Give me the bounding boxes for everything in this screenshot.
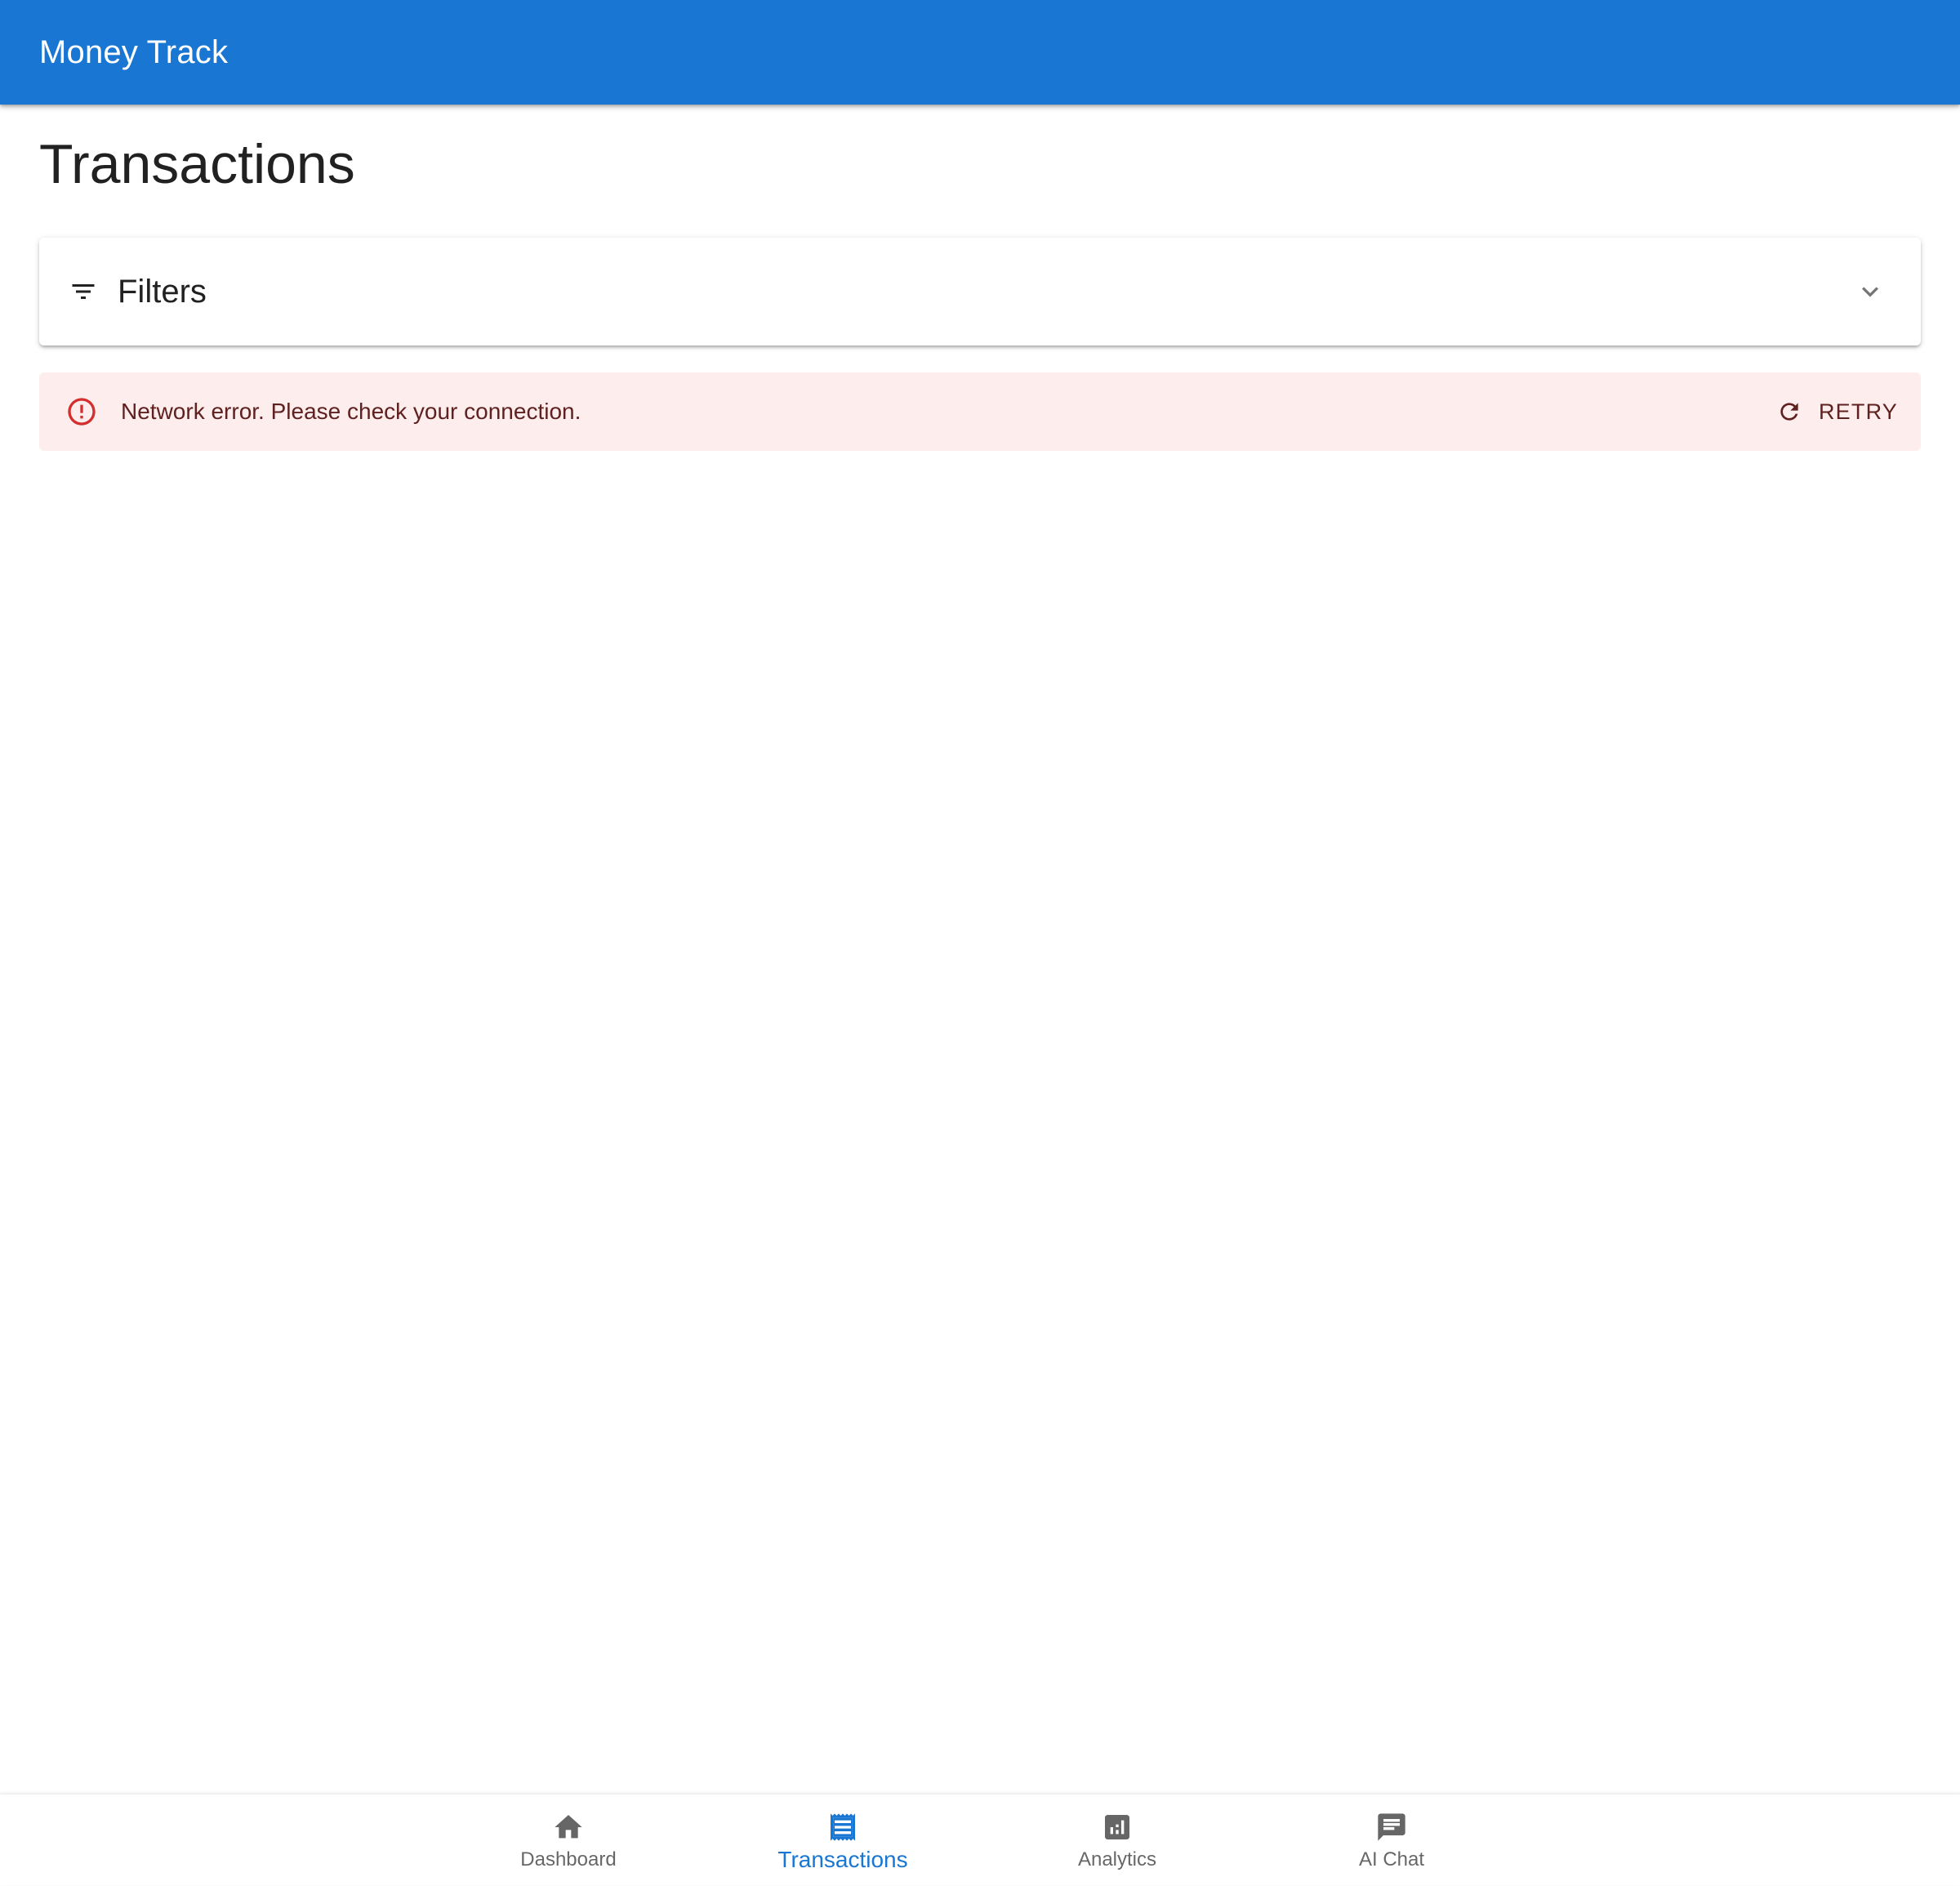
chat-icon bbox=[1378, 1813, 1405, 1841]
nav-item-dashboard[interactable]: Dashboard bbox=[431, 1795, 706, 1886]
bottom-navigation: Dashboard Transactions Analytics AI Chat bbox=[0, 1794, 1960, 1885]
nav-label-transactions: Transactions bbox=[777, 1847, 908, 1872]
retry-button[interactable]: RETRY bbox=[1768, 387, 1901, 436]
nav-label-dashboard: Dashboard bbox=[520, 1848, 617, 1870]
nav-label-analytics: Analytics bbox=[1077, 1848, 1157, 1870]
refresh-icon bbox=[1780, 403, 1798, 421]
nav-item-analytics[interactable]: Analytics bbox=[980, 1795, 1254, 1886]
nav-item-ai-chat[interactable]: AI Chat bbox=[1254, 1795, 1529, 1886]
page-title: Transactions bbox=[39, 133, 355, 195]
home-icon bbox=[555, 1815, 582, 1839]
filter-list-icon bbox=[72, 284, 95, 299]
retry-label: RETRY bbox=[1818, 399, 1898, 424]
filters-accordion[interactable]: Filters bbox=[39, 238, 1921, 346]
chevron-down-icon[interactable] bbox=[1854, 275, 1886, 308]
filters-label: Filters bbox=[118, 274, 207, 310]
nav-item-transactions[interactable]: Transactions bbox=[706, 1795, 980, 1886]
alert-message: Network error. Please check your connect… bbox=[121, 399, 581, 424]
error-outline-icon bbox=[68, 398, 96, 426]
analytics-icon bbox=[1105, 1815, 1129, 1839]
nav-label-ai-chat: AI Chat bbox=[1358, 1848, 1425, 1870]
receipt-icon bbox=[831, 1813, 855, 1841]
app-bar: Money Track bbox=[0, 0, 1960, 105]
app-title: Money Track bbox=[39, 34, 229, 70]
error-alert: Network error. Please check your connect… bbox=[39, 372, 1921, 451]
